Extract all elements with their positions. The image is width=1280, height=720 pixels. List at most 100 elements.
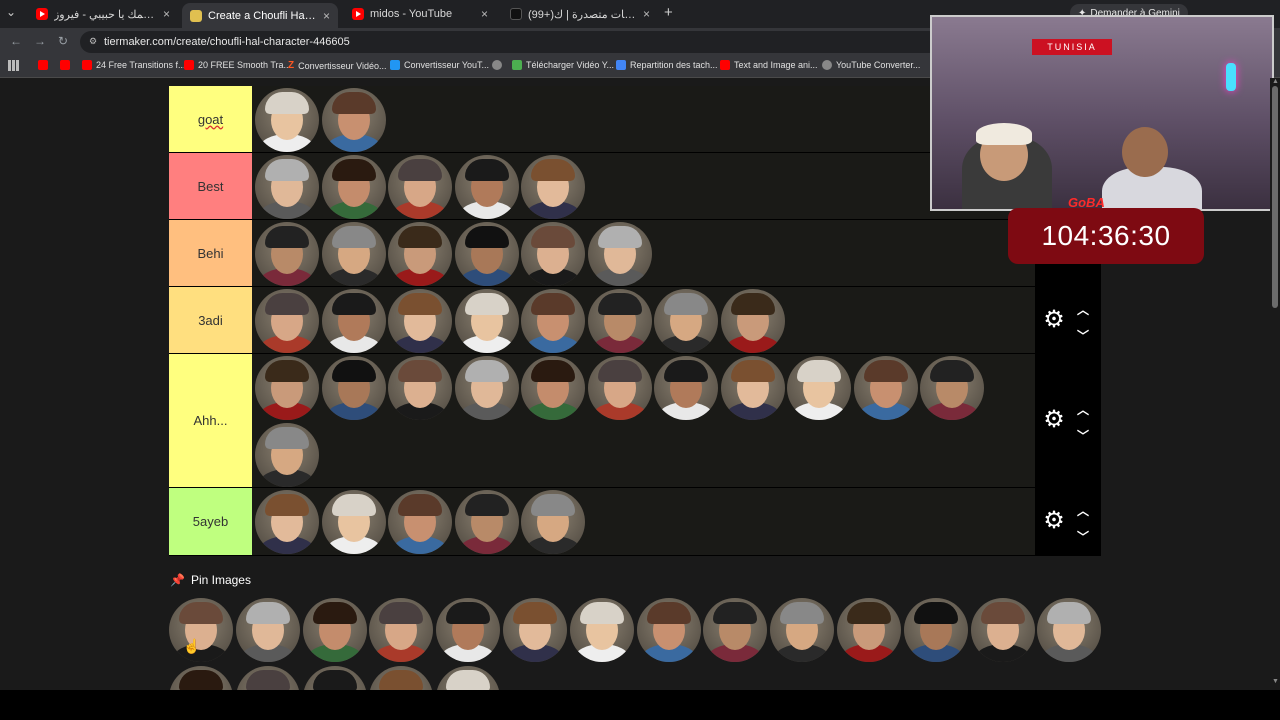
pin-image-portrait[interactable] [235, 598, 300, 662]
scroll-thumb[interactable] [1272, 86, 1278, 308]
pin-image-portrait[interactable] [837, 598, 901, 662]
tier-items-dropzone[interactable] [253, 220, 1034, 286]
gear-icon[interactable]: ⚙ [1041, 407, 1067, 433]
move-down-chevron-icon[interactable]: ﹀ [1075, 427, 1091, 443]
move-up-chevron-icon[interactable]: ︿ [1075, 401, 1091, 417]
character-portrait[interactable] [720, 356, 785, 420]
forward-arrow-icon[interactable]: → [34, 34, 46, 48]
tab-tiktok[interactable]: (99+)شاهد فيديوهات متصدرة | ك × [502, 3, 658, 25]
tier-label[interactable]: 3adi [169, 287, 252, 353]
scroll-up-icon[interactable]: ▲ [1272, 78, 1279, 85]
character-portrait[interactable] [521, 356, 585, 420]
tier-items-dropzone[interactable] [253, 287, 1034, 353]
pin-image-portrait[interactable] [302, 598, 367, 662]
scroll-down-icon[interactable]: ▼ [1272, 678, 1279, 685]
character-portrait[interactable] [388, 222, 452, 286]
character-portrait[interactable] [521, 222, 585, 286]
bookmark-item[interactable]: YouTube Converter... [822, 60, 920, 70]
character-portrait[interactable] [255, 222, 319, 286]
character-portrait[interactable] [454, 222, 519, 286]
bookmark-item[interactable]: 20 FREE Smooth Tra... [184, 60, 291, 70]
tab-tiermaker[interactable]: Create a Choufli Hal Character × [182, 3, 338, 28]
reload-icon[interactable]: ↻ [58, 34, 68, 48]
pin-image-portrait[interactable] [436, 598, 501, 662]
pin-image-portrait[interactable] [636, 598, 701, 662]
character-portrait[interactable] [388, 155, 452, 219]
tab-fairuz[interactable]: بكتب اسمك يا حبيبي - فيروز | be × [28, 3, 178, 25]
site-info-icon[interactable]: ⚙ [89, 36, 97, 47]
move-down-chevron-icon[interactable]: ﹀ [1075, 528, 1091, 544]
character-portrait[interactable] [454, 356, 519, 420]
tier-label[interactable]: Best [169, 153, 252, 219]
tier-items-dropzone[interactable] [253, 153, 1034, 219]
bookmark-item[interactable]: Repartition des tach... [616, 60, 718, 70]
character-portrait[interactable] [255, 88, 319, 152]
character-portrait[interactable] [255, 289, 319, 353]
character-portrait[interactable] [521, 289, 585, 353]
character-portrait[interactable] [255, 490, 319, 554]
tab-search-chevron-icon[interactable]: ⌄ [6, 5, 16, 19]
character-portrait[interactable] [321, 88, 386, 152]
pin-image-portrait[interactable] [1037, 598, 1102, 662]
character-portrait[interactable] [587, 289, 652, 353]
character-portrait[interactable] [787, 356, 851, 420]
bookmark-item[interactable]: Convertisseur YouT... [390, 60, 489, 70]
character-portrait[interactable] [321, 289, 386, 353]
bookmark-item[interactable]: 24 Free Transitions f... [82, 60, 186, 70]
bookmark-item[interactable]: Télécharger Vidéo Y... [512, 60, 614, 70]
bookmark-item[interactable]: Text and Image ani... [720, 60, 818, 70]
character-portrait[interactable] [255, 356, 319, 420]
character-portrait[interactable] [654, 356, 718, 420]
pin-image-portrait[interactable] [770, 598, 835, 662]
pin-image-portrait[interactable] [569, 598, 634, 662]
bookmark-item[interactable] [38, 60, 48, 70]
pin-image-portrait[interactable] [903, 598, 968, 662]
character-portrait[interactable] [321, 356, 386, 420]
character-portrait[interactable] [321, 155, 386, 219]
pin-image-portrait[interactable] [369, 598, 434, 662]
character-portrait[interactable] [255, 155, 319, 219]
close-icon[interactable]: × [643, 7, 650, 21]
tier-label[interactable]: Ahh... [169, 354, 252, 487]
character-portrait[interactable] [388, 289, 452, 353]
new-tab-plus-icon[interactable]: + [664, 4, 673, 21]
address-bar[interactable]: ⚙ tiermaker.com/create/choufli-hal-chara… [80, 31, 940, 53]
tier-label[interactable]: goat [169, 86, 252, 152]
character-portrait[interactable] [255, 423, 319, 487]
pin-image-portrait[interactable] [703, 598, 768, 662]
gear-icon[interactable]: ⚙ [1041, 508, 1067, 534]
character-portrait[interactable] [321, 490, 386, 554]
tab-midos[interactable]: midos - YouTube × [344, 3, 496, 25]
gear-icon[interactable]: ⚙ [1041, 306, 1067, 333]
tier-items-dropzone[interactable] [253, 86, 1034, 152]
character-portrait[interactable] [853, 356, 918, 420]
pin-image-portrait[interactable] [169, 598, 233, 662]
character-portrait[interactable] [654, 289, 718, 353]
character-portrait[interactable] [920, 356, 984, 420]
close-icon[interactable]: × [323, 9, 330, 23]
tier-items-dropzone[interactable] [253, 354, 1034, 487]
character-portrait[interactable] [521, 155, 585, 219]
bookmark-item[interactable] [492, 60, 502, 70]
bookmark-item[interactable]: Z Convertisseur Vidéo... [288, 60, 387, 71]
character-portrait[interactable] [321, 222, 386, 286]
pin-image-portrait[interactable] [970, 598, 1035, 662]
page-scrollbar[interactable]: ▲ ▼ [1270, 78, 1280, 690]
character-portrait[interactable] [454, 289, 519, 353]
apps-grid-icon[interactable] [8, 60, 19, 71]
character-portrait[interactable] [454, 155, 519, 219]
tier-label[interactable]: Behi [169, 220, 252, 286]
tier-items-dropzone[interactable] [253, 488, 1034, 555]
character-portrait[interactable] [388, 490, 452, 554]
character-portrait[interactable] [388, 356, 452, 420]
move-up-chevron-icon[interactable]: ︿ [1075, 502, 1091, 518]
tier-label[interactable]: 5ayeb [169, 488, 252, 555]
close-icon[interactable]: × [163, 7, 170, 21]
move-up-chevron-icon[interactable]: ︿ [1075, 301, 1091, 317]
character-portrait[interactable] [454, 490, 519, 554]
bookmark-item[interactable] [60, 60, 70, 70]
back-arrow-icon[interactable]: ← [10, 34, 22, 48]
character-portrait[interactable] [587, 356, 652, 420]
pin-image-portrait[interactable] [503, 598, 567, 662]
character-portrait[interactable] [720, 289, 785, 353]
